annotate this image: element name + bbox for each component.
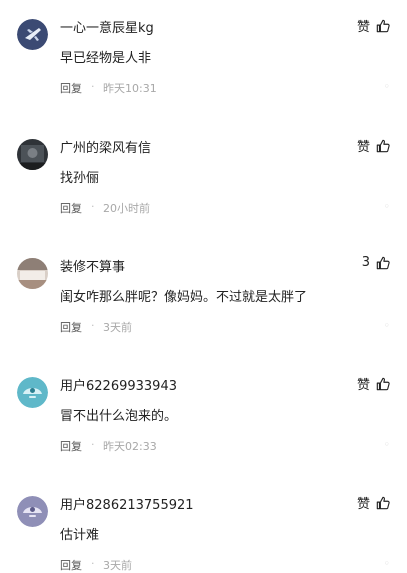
username[interactable]: 装修不算事: [60, 256, 125, 275]
thumbs-up-icon: [376, 496, 390, 510]
reply-button[interactable]: 回复: [60, 80, 82, 96]
default-teal-avatar[interactable]: [17, 377, 48, 408]
more-icon[interactable]: ◦: [384, 557, 391, 570]
room-avatar[interactable]: [17, 258, 48, 289]
reply-button[interactable]: 回复: [60, 438, 82, 454]
comment-text: 闺女咋那么胖呢？像妈妈。不过就是太胖了: [60, 290, 308, 305]
like-label: 赞: [356, 378, 370, 393]
like-button[interactable]: 赞: [357, 136, 390, 155]
like-button[interactable]: 赞: [357, 374, 390, 393]
separator-dot: ·: [91, 200, 95, 213]
separator-dot: ·: [91, 438, 95, 451]
comment-text: 早已经物是人非: [60, 51, 152, 66]
more-icon[interactable]: ◦: [384, 200, 391, 213]
like-button[interactable]: 赞: [357, 16, 390, 35]
reply-button[interactable]: 回复: [60, 557, 82, 573]
username[interactable]: 广州的梁风有信: [60, 137, 151, 156]
like-label: 赞: [356, 497, 370, 512]
like-button[interactable]: 赞: [357, 493, 390, 512]
reply-button[interactable]: 回复: [60, 319, 82, 335]
separator-dot: ·: [91, 80, 95, 93]
comment-item: 装修不算事 闺女咋那么胖呢？像妈妈。不过就是太胖了 回复 · 3天前 3 ◦: [0, 239, 407, 358]
like-label: 赞: [356, 140, 370, 155]
plane-avatar[interactable]: [17, 19, 48, 50]
timestamp: 昨天02:33: [103, 440, 157, 453]
thumbs-up-icon: [376, 377, 390, 391]
like-button[interactable]: 3: [362, 255, 390, 270]
timestamp: 3天前: [103, 559, 132, 572]
default-purple-avatar[interactable]: [17, 496, 48, 527]
separator-dot: ·: [91, 557, 95, 570]
comment-item: 一心一意辰星kg 早已经物是人非 回复 · 昨天10:31 赞 ◦: [0, 0, 407, 120]
username[interactable]: 用户62269933943: [60, 375, 177, 394]
more-icon[interactable]: ◦: [384, 438, 391, 451]
like-label: 赞: [356, 20, 370, 35]
thumbs-up-icon: [376, 139, 390, 153]
reply-button[interactable]: 回复: [60, 200, 82, 216]
more-icon[interactable]: ◦: [384, 80, 391, 93]
comment-item: 用户8286213755921 估计难 回复 · 3天前 赞 ◦: [0, 477, 407, 572]
thumbs-up-icon: [376, 256, 390, 270]
thumbs-up-icon: [376, 19, 390, 33]
comment-list: 一心一意辰星kg 早已经物是人非 回复 · 昨天10:31 赞 ◦ 广州的梁风有…: [0, 0, 407, 572]
username[interactable]: 一心一意辰星kg: [60, 17, 154, 36]
separator-dot: ·: [91, 319, 95, 332]
timestamp: 昨天10:31: [103, 82, 157, 95]
timestamp: 20小时前: [103, 202, 150, 215]
comment-text: 冒不出什么泡来的。: [60, 409, 178, 424]
timestamp: 3天前: [103, 321, 132, 334]
portrait-avatar[interactable]: [17, 139, 48, 170]
comment-text: 找孙俪: [60, 171, 100, 186]
more-icon[interactable]: ◦: [384, 319, 391, 332]
username[interactable]: 用户8286213755921: [60, 494, 194, 513]
comment-text: 估计难: [60, 528, 100, 543]
like-count: 3: [361, 255, 370, 270]
comment-item: 广州的梁风有信 找孙俪 回复 · 20小时前 赞 ◦: [0, 120, 407, 239]
comment-item: 用户62269933943 冒不出什么泡来的。 回复 · 昨天02:33 赞 ◦: [0, 358, 407, 477]
